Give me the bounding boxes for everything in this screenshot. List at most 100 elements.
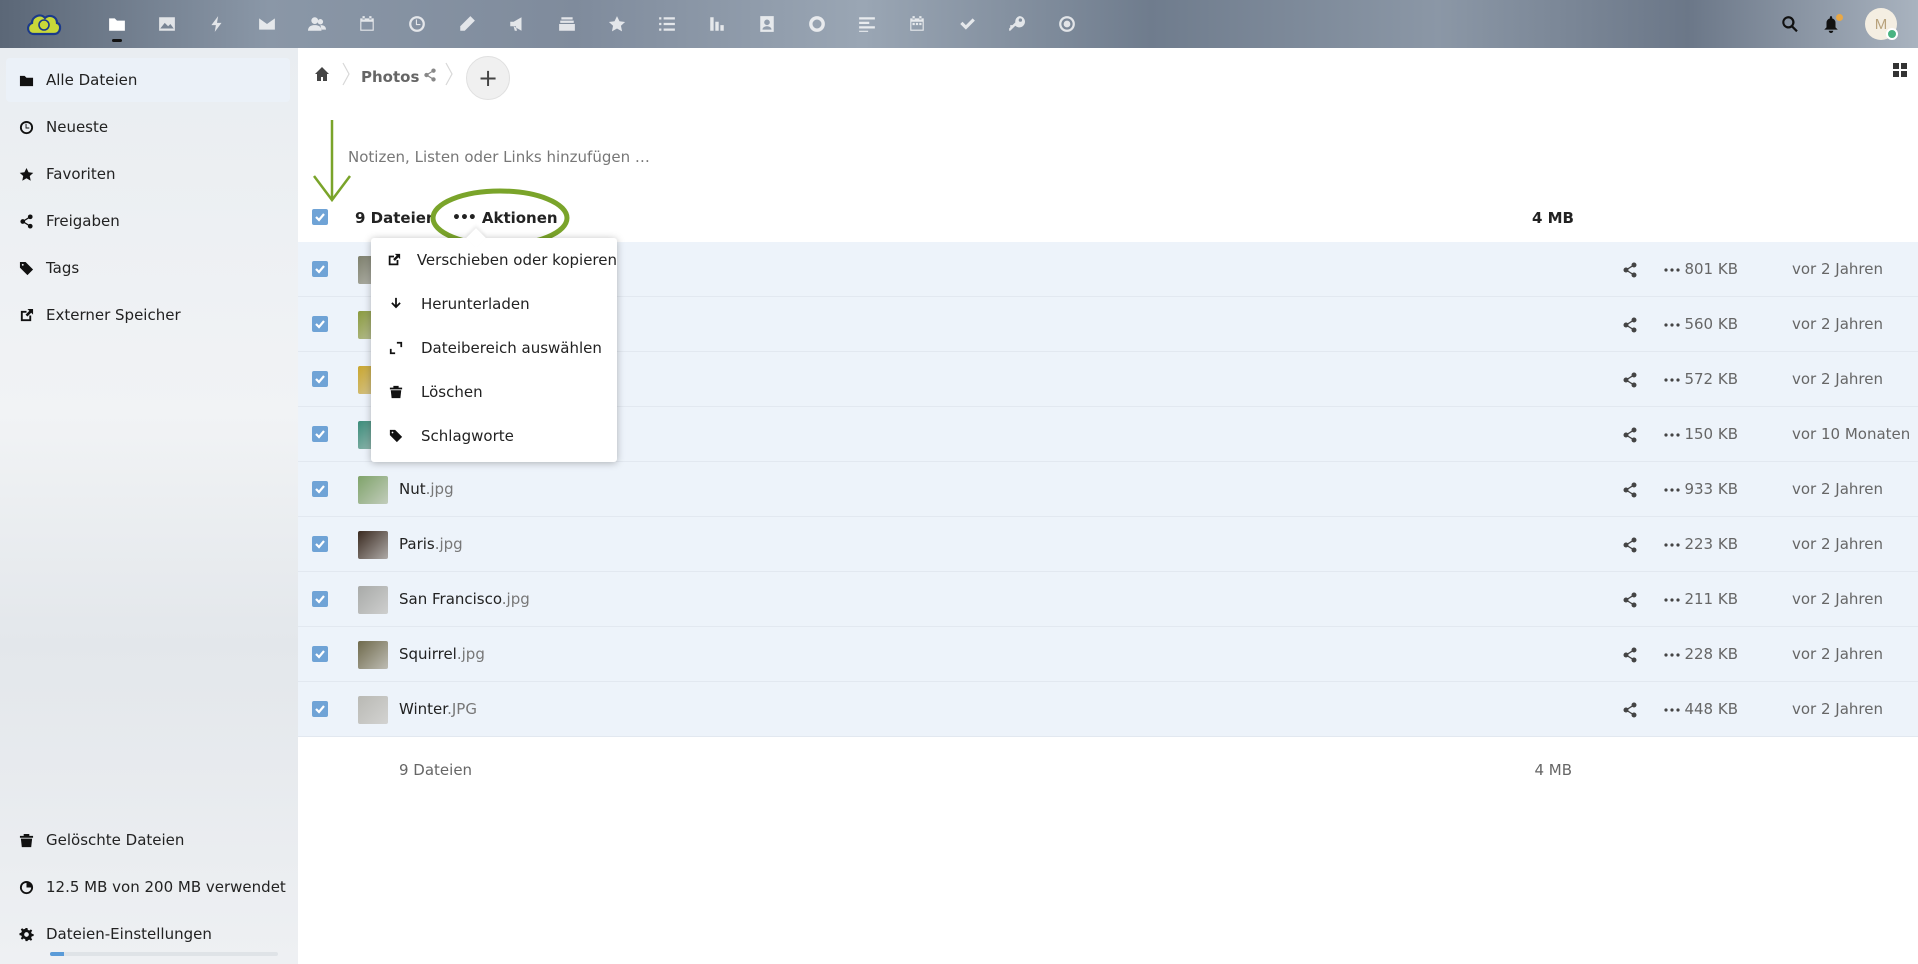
file-size: 448 KB <box>1684 700 1738 718</box>
calendar-app-icon[interactable] <box>342 0 392 48</box>
sidebar-item-files-settings[interactable]: Dateien-Einstellungen <box>6 912 290 956</box>
tasks-app-icon[interactable] <box>642 0 692 48</box>
mail-app-icon[interactable] <box>242 0 292 48</box>
menu-item-label: Schlagworte <box>421 427 514 445</box>
share-icon <box>6 213 46 229</box>
external-link-icon <box>371 253 417 267</box>
footer-file-count: 9 Dateien <box>399 761 473 779</box>
activity-app-icon[interactable] <box>192 0 242 48</box>
contacts-app-icon[interactable] <box>292 0 342 48</box>
rich-workspace-notes[interactable]: Notizen, Listen oder Links hinzufügen … <box>348 148 650 166</box>
sidebar-item-shares[interactable]: Freigaben <box>6 199 290 243</box>
avatar-initials: M <box>1874 15 1888 33</box>
row-checkbox[interactable] <box>312 536 328 552</box>
talk-app-icon[interactable] <box>792 0 842 48</box>
file-extension: .JPG <box>447 700 477 718</box>
deck-app-icon[interactable] <box>542 0 592 48</box>
share-icon[interactable] <box>423 68 437 82</box>
file-size: 150 KB <box>1684 425 1738 443</box>
nextcloud-logo-icon[interactable] <box>24 10 62 38</box>
file-basename: Paris <box>399 535 435 553</box>
checkmark-app-icon[interactable] <box>942 0 992 48</box>
table-row[interactable]: San Francisco.jpg 211 KB vor 2 Jahren <box>298 572 1918 627</box>
breadcrumb-separator <box>444 62 454 86</box>
select-all-checkbox[interactable] <box>312 209 328 225</box>
clock-app-icon[interactable] <box>392 0 442 48</box>
file-size: 572 KB <box>1684 370 1738 388</box>
file-modified: vor 2 Jahren <box>1792 260 1883 278</box>
clock-icon <box>6 120 46 135</box>
breadcrumb-photos[interactable]: Photos <box>361 68 419 86</box>
menu-item-tags[interactable]: Schlagworte <box>371 414 617 458</box>
menu-item-label: Dateibereich auswählen <box>421 339 602 357</box>
file-basename: Winter <box>399 700 448 718</box>
passwords-app-icon[interactable] <box>992 0 1042 48</box>
sidebar-item-deleted-files[interactable]: Gelöschte Dateien <box>6 818 290 862</box>
bookmarks-app-icon[interactable] <box>592 0 642 48</box>
grid-view-icon[interactable] <box>1892 62 1908 78</box>
circles-app-icon[interactable] <box>1042 0 1092 48</box>
row-checkbox[interactable] <box>312 591 328 607</box>
row-checkbox[interactable] <box>312 426 328 442</box>
sidebar-item-favorites[interactable]: Favoriten <box>6 152 290 196</box>
sidebar-item-recent[interactable]: Neueste <box>6 105 290 149</box>
file-modified: vor 2 Jahren <box>1792 370 1883 388</box>
notification-dot <box>1836 14 1843 21</box>
breadcrumb-separator <box>341 62 351 86</box>
row-checkbox[interactable] <box>312 701 328 717</box>
file-size: 560 KB <box>1684 315 1738 333</box>
row-checkbox[interactable] <box>312 371 328 387</box>
menu-item-delete[interactable]: Löschen <box>371 370 617 414</box>
trash-icon <box>6 833 46 848</box>
file-thumbnail[interactable] <box>358 531 388 559</box>
menu-item-select-range[interactable]: Dateibereich auswählen <box>371 326 617 370</box>
file-modified: vor 2 Jahren <box>1792 480 1883 498</box>
search-icon[interactable] <box>1770 0 1810 48</box>
row-checkbox[interactable] <box>312 481 328 497</box>
file-name[interactable]: Squirrel.jpg <box>399 645 485 663</box>
file-thumbnail[interactable] <box>358 586 388 614</box>
trash-icon <box>371 385 421 399</box>
announcements-app-icon[interactable] <box>492 0 542 48</box>
actions-popover-menu: Verschieben oder kopieren Herunterladen … <box>371 238 617 462</box>
analytics-app-icon[interactable] <box>692 0 742 48</box>
menu-item-move-copy[interactable]: Verschieben oder kopieren <box>371 238 617 282</box>
annotation-arrow <box>313 120 351 203</box>
sidebar-item-label: Tags <box>46 259 80 277</box>
add-new-button[interactable]: + <box>466 56 510 100</box>
sidebar-item-tags[interactable]: Tags <box>6 246 290 290</box>
calendar-alt-app-icon[interactable] <box>892 0 942 48</box>
file-name[interactable]: Nut.jpg <box>399 480 454 498</box>
file-thumbnail[interactable] <box>358 696 388 724</box>
file-thumbnail[interactable] <box>358 641 388 669</box>
notifications-bell-icon[interactable] <box>1811 0 1851 48</box>
file-name[interactable]: Paris.jpg <box>399 535 463 553</box>
download-icon <box>371 297 421 311</box>
sidebar-item-label: Dateien-Einstellungen <box>46 925 212 943</box>
row-checkbox[interactable] <box>312 646 328 662</box>
files-app-icon[interactable] <box>92 0 142 48</box>
file-name[interactable]: Winter.JPG <box>399 700 477 718</box>
photos-app-icon[interactable] <box>142 0 192 48</box>
table-row[interactable]: Squirrel.jpg 228 KB vor 2 Jahren <box>298 627 1918 682</box>
table-row[interactable]: Nut.jpg 933 KB vor 2 Jahren <box>298 462 1918 517</box>
sidebar-item-label: Freigaben <box>46 212 120 230</box>
row-checkbox[interactable] <box>312 316 328 332</box>
notes-app-icon[interactable] <box>442 0 492 48</box>
table-row[interactable]: Winter.JPG 448 KB vor 2 Jahren <box>298 682 1918 737</box>
file-thumbnail[interactable] <box>358 476 388 504</box>
sidebar-item-label: Favoriten <box>46 165 116 183</box>
sidebar-item-external-storage[interactable]: Externer Speicher <box>6 293 290 337</box>
sidebar-item-all-files[interactable]: Alle Dateien <box>6 58 290 102</box>
file-size: 933 KB <box>1684 480 1738 498</box>
table-row[interactable]: Paris.jpg 223 KB vor 2 Jahren <box>298 517 1918 572</box>
sidebar: Alle Dateien Neueste Favoriten Freigaben… <box>0 48 298 964</box>
contact-card-app-icon[interactable] <box>742 0 792 48</box>
home-icon[interactable] <box>314 66 330 82</box>
tag-icon <box>6 261 46 276</box>
menu-item-download[interactable]: Herunterladen <box>371 282 617 326</box>
file-name[interactable]: San Francisco.jpg <box>399 590 530 608</box>
row-checkbox[interactable] <box>312 261 328 277</box>
text-app-icon[interactable] <box>842 0 892 48</box>
folder-icon <box>6 73 46 88</box>
